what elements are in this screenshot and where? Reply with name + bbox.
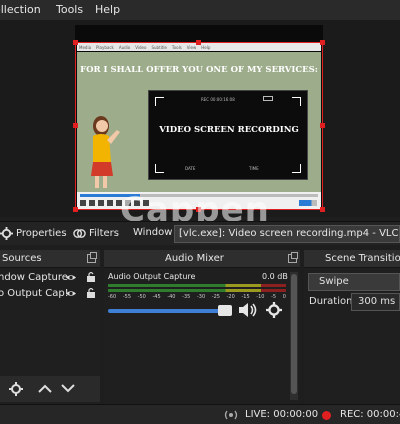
sources-dock: Sources ndow Capture o Output Cap! [0,250,100,404]
filters-label: Filters [89,228,119,239]
mixer-track-name: Audio Output Capture [108,272,196,281]
duration-input[interactable]: 300 ms [351,293,400,311]
screen-text: VIDEO SCREEN RECORDING [159,125,299,135]
time-label: TIME [249,166,259,171]
unlock-icon[interactable] [87,288,95,298]
chevron-up-icon[interactable] [38,384,52,393]
record-dot-icon [322,411,331,420]
sources-header: Sources [0,250,100,268]
frame-corner [155,97,164,106]
volume-fader[interactable] [108,309,232,313]
stop-icon [98,200,104,206]
resize-handle[interactable] [320,123,325,128]
menu-bar: ollection Tools Help [0,0,400,20]
eye-icon[interactable] [66,273,76,282]
vlc-volume [299,200,317,206]
transitions-header: Scene Transitio [304,250,400,268]
properties-label: Properties [16,228,67,239]
vlc-menu-item: Help [201,44,211,50]
filter-icon [73,229,86,238]
transitions-title: Scene Transitio [325,253,400,264]
mixer-header: Audio Mixer [104,250,300,268]
mixer-db-value: 0.0 dB [262,272,288,281]
mixer-scrollbar[interactable] [290,272,298,400]
window-label: Window [133,227,173,238]
broadcast-icon [224,410,238,420]
live-timer: LIVE: 00:00:00 [245,409,319,420]
source-toolbar: Properties Filters Window [vlc.exe]: Vid… [0,221,400,245]
source-item[interactable]: o Output Cap! [0,286,100,302]
window-select[interactable]: [vlc.exe]: Video screen recording.mp4 - … [174,225,400,243]
duration-label: Duration [309,296,353,307]
properties-button[interactable]: Properties [0,227,67,240]
source-item[interactable]: ndow Capture [0,270,100,286]
chevron-down-icon[interactable] [61,384,75,393]
video-frame: FOR I SHALL OFFER YOU ONE OF MY SERVICES… [77,52,321,192]
sources-toolbar [0,376,100,402]
vlc-menu-item: Playback [96,44,114,50]
next-icon [107,200,113,206]
resize-handle[interactable] [320,207,325,212]
play-icon [80,200,86,206]
menu-tools[interactable]: Tools [56,3,83,16]
resize-handle[interactable] [73,40,78,45]
vlc-menu-item: Tools [171,44,182,50]
frame-corner [292,164,301,173]
float-dock-icon[interactable] [288,252,298,263]
vlc-menu-item: View [186,44,197,50]
prev-icon [89,200,95,206]
speaker-icon[interactable] [238,302,258,318]
vlc-menu-item: Audio [118,44,131,50]
eye-icon[interactable] [66,289,76,298]
unlock-icon[interactable] [87,272,95,282]
vlc-menu-item: Media [79,44,92,50]
source-name: o Output Cap! [0,288,69,299]
filters-button[interactable]: Filters [73,227,119,240]
menu-scene-collection[interactable]: ollection [0,3,41,16]
menu-help[interactable]: Help [95,3,120,16]
vlc-menu-item: Video [135,44,147,50]
recording-screen: REC 00:00:16:08 VIDEO SCREEN RECORDING D… [148,90,308,180]
sources-title: Sources [2,253,42,264]
battery-icon [263,96,273,101]
volume-meter [108,289,286,292]
resize-handle[interactable] [196,40,201,45]
mixer-title: Audio Mixer [165,253,224,264]
gear-icon[interactable] [9,382,23,396]
vlc-menu-item: Subtitle [151,44,167,50]
resize-handle[interactable] [320,40,325,45]
scene-transitions-dock: Scene Transitio Swipe Duration 300 ms [304,250,400,404]
meter-scale: -60 -55 -50 -45 -40 -35 -30 -25 -20 -15 -10 -5 0 [108,294,286,300]
frame-corner [155,164,164,173]
woman-illustration [91,116,120,188]
video-title: FOR I SHALL OFFER YOU ONE OF MY SERVICES… [80,65,318,75]
transition-select[interactable]: Swipe [308,273,400,291]
rec-timer: REC: 00:00:4 [340,409,400,420]
source-name: ndow Capture [0,272,68,283]
status-bar: LIVE: 00:00:00 REC: 00:00:4 [0,404,400,424]
frame-corner [292,97,301,106]
gear-icon [0,227,13,240]
float-dock-icon[interactable] [87,252,97,263]
volume-meter [108,284,286,287]
resize-handle[interactable] [73,123,78,128]
resize-handle[interactable] [73,207,78,212]
gear-icon[interactable] [266,302,282,318]
rec-label: REC 00:00:16:08 [201,97,235,102]
date-label: DATE [185,166,196,171]
volume-fader-handle[interactable] [218,305,232,316]
